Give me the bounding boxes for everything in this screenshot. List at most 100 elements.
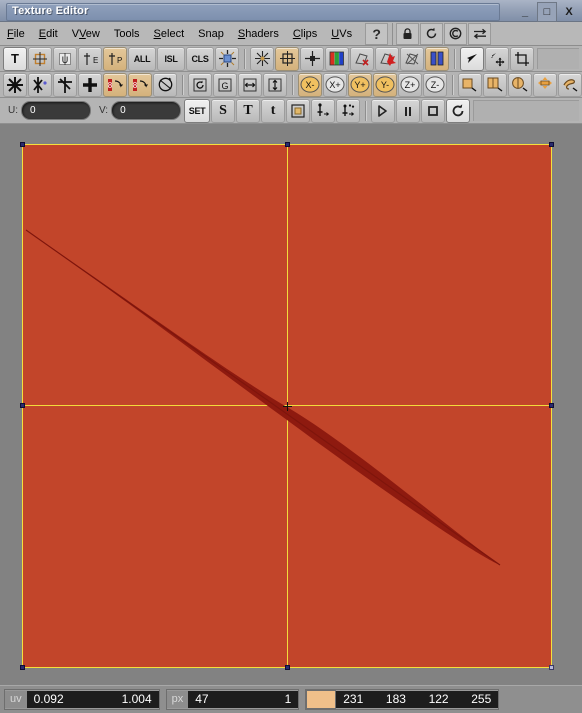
- color-channels-button[interactable]: [325, 46, 349, 71]
- uv-split-view-button[interactable]: [425, 46, 449, 71]
- polygon-icon: [33, 51, 47, 66]
- reset-button[interactable]: [446, 98, 471, 123]
- select-island-button[interactable]: ISL: [157, 46, 185, 71]
- pin-uv-button[interactable]: [311, 98, 336, 123]
- flip-u-icon: 8: [107, 78, 123, 91]
- menu-item-view[interactable]: VVew: [65, 24, 107, 44]
- relax-uv-button[interactable]: [28, 72, 52, 97]
- help-icon[interactable]: ?: [365, 22, 389, 45]
- snap-pixel-icon: [254, 51, 270, 66]
- vertex-bottom-center[interactable]: [285, 665, 290, 670]
- project-y-minus-button[interactable]: Y-: [373, 72, 397, 97]
- view-grid-button[interactable]: G: [213, 72, 237, 97]
- menu-item-tools[interactable]: Tools: [107, 24, 147, 44]
- menu-label-rest: ew: [85, 27, 100, 40]
- flip-uv-v-button[interactable]: 8: [128, 72, 152, 97]
- component-texture-button[interactable]: T: [3, 46, 27, 71]
- uv-readout-group: uv 0.092 1.004: [4, 689, 160, 710]
- project-x-minus-button[interactable]: X-: [298, 72, 322, 97]
- flip-uv-u-button[interactable]: 8: [103, 72, 127, 97]
- menu-item-file[interactable]: File: [0, 24, 32, 44]
- rotate-tool-button[interactable]: T: [236, 98, 261, 123]
- u-input[interactable]: 0: [21, 101, 91, 120]
- component-texture-label: T: [11, 51, 19, 66]
- scale-tool-button[interactable]: S: [211, 98, 236, 123]
- snap-pixel-button[interactable]: [250, 46, 274, 71]
- center-icon[interactable]: [444, 22, 468, 45]
- project-z-minus-button[interactable]: Z-: [423, 72, 447, 97]
- vertex-mid-left[interactable]: [20, 403, 25, 408]
- vertex-bottom-right[interactable]: [549, 665, 554, 670]
- swap-glyph: [473, 28, 486, 39]
- spherical-projection-button[interactable]: [533, 72, 557, 97]
- refresh-icon[interactable]: [420, 22, 444, 45]
- minimize-button[interactable]: _: [516, 3, 534, 21]
- select-grow-button[interactable]: [215, 46, 239, 71]
- v-field-label: V:: [99, 105, 109, 116]
- vertex-mid-right[interactable]: [549, 403, 554, 408]
- tool-crop-button[interactable]: [510, 46, 534, 71]
- fit-horizontal-button[interactable]: [238, 72, 262, 97]
- vertex-bottom-left[interactable]: [20, 665, 25, 670]
- menu-item-edit[interactable]: Edit: [32, 24, 65, 44]
- component-edge-button[interactable]: E: [78, 46, 102, 71]
- planar-projection-button[interactable]: [458, 72, 482, 97]
- menu-item-snap[interactable]: Snap: [191, 24, 231, 44]
- component-uv-button[interactable]: U: [53, 46, 77, 71]
- uv-shell-isolate-button[interactable]: [400, 46, 424, 71]
- v-input[interactable]: 0: [111, 101, 182, 120]
- swap-icon[interactable]: [468, 22, 492, 45]
- svg-text:8: 8: [132, 81, 137, 90]
- translate-tool-button[interactable]: t: [261, 98, 286, 123]
- auto-projection-button[interactable]: [558, 72, 582, 97]
- menu-item-uvs[interactable]: UVs: [324, 24, 359, 44]
- menu-item-clips[interactable]: Clips: [286, 24, 324, 44]
- fit-vertical-button[interactable]: [263, 72, 287, 97]
- project-z-plus-button[interactable]: Z+: [398, 72, 422, 97]
- tool-move-button[interactable]: [485, 46, 509, 71]
- uv-readout-u: 0.092: [33, 692, 64, 706]
- maximize-button[interactable]: □: [537, 2, 557, 22]
- pin-uv-alt-button[interactable]: [336, 98, 361, 123]
- crop-icon: [515, 51, 529, 66]
- unfold-uv-button[interactable]: [3, 72, 27, 97]
- cylindrical-projection-button[interactable]: [508, 72, 532, 97]
- menu-label-rest: Vs: [339, 27, 353, 40]
- select-all-button[interactable]: ALL: [128, 46, 156, 71]
- snap-vertex-button[interactable]: [300, 46, 324, 71]
- rotate-uv-button[interactable]: [153, 72, 177, 97]
- pause-button[interactable]: [396, 98, 421, 123]
- stop-button[interactable]: [421, 98, 446, 123]
- uv-shell-hide-button[interactable]: [350, 46, 374, 71]
- box-projection-button[interactable]: [483, 72, 507, 97]
- uv-shell-show-button[interactable]: [375, 46, 399, 71]
- uv-shell-spine: [25, 229, 501, 566]
- uv-readout-label: uv: [5, 691, 27, 708]
- vertex-top-right[interactable]: [549, 142, 554, 147]
- view-cycle-icon: [193, 78, 207, 91]
- set-button[interactable]: SET: [184, 98, 211, 123]
- straighten-uv-button[interactable]: [53, 72, 77, 97]
- uv-shell-show-icon: [379, 52, 396, 66]
- vertex-top-center[interactable]: [285, 142, 290, 147]
- tool-select-arrow-button[interactable]: [460, 46, 484, 71]
- view-cycle-button[interactable]: [188, 72, 212, 97]
- plus-icon: [83, 77, 97, 92]
- play-button[interactable]: [371, 98, 396, 123]
- vertex-top-left[interactable]: [20, 142, 25, 147]
- component-polygon-button[interactable]: [28, 46, 52, 71]
- select-cluster-button[interactable]: CLS: [186, 46, 214, 71]
- component-point-button[interactable]: P: [103, 46, 127, 71]
- move-uv-button[interactable]: [78, 72, 102, 97]
- frame-tool-button[interactable]: [286, 98, 311, 123]
- close-button[interactable]: X: [560, 3, 578, 21]
- project-x-plus-button[interactable]: X+: [323, 72, 347, 97]
- project-y-plus-button[interactable]: Y+: [348, 72, 372, 97]
- menu-item-select[interactable]: Select: [147, 24, 192, 44]
- menu-item-shaders[interactable]: Shaders: [231, 24, 286, 44]
- snap-grid-button[interactable]: [275, 46, 299, 71]
- toolbar-separator: [244, 48, 246, 69]
- lock-icon[interactable]: [396, 22, 420, 45]
- move-icon: [491, 52, 505, 66]
- uv-canvas[interactable]: [0, 124, 582, 685]
